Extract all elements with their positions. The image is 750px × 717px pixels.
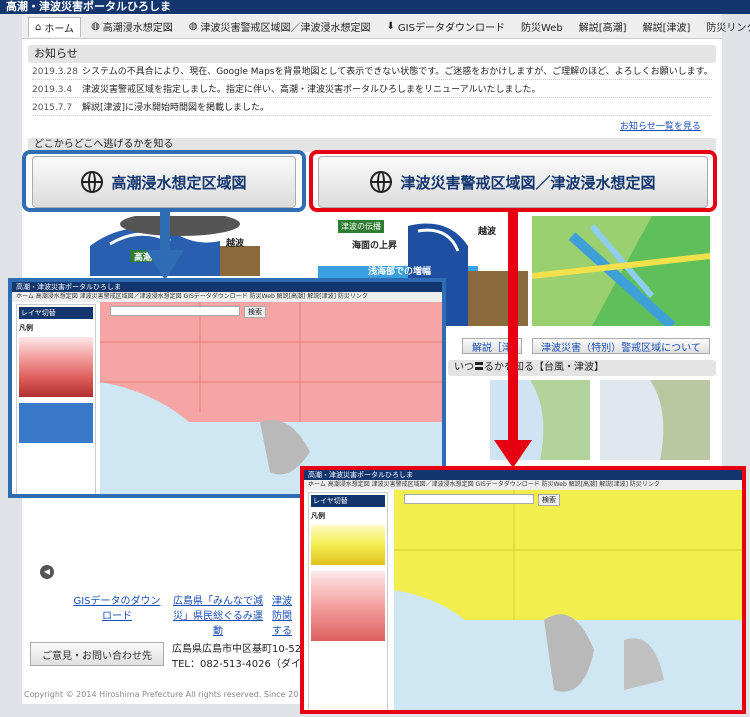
- contact-tel: TEL：082-513-4026（ダイヤルイ: [172, 659, 300, 670]
- shallow-amplify-label: 浅海部での増幅: [368, 267, 432, 277]
- tsunami-label: 津波災害警戒区域図／津波浸水想定図: [400, 173, 656, 192]
- nav-item-label: 津波災害警戒区域図／津波浸水想定図: [200, 23, 371, 34]
- sea-rise-label: 海面の上昇: [352, 241, 398, 251]
- globe-icon: ◍: [91, 21, 100, 32]
- storm-map-search-input[interactable]: [110, 306, 240, 316]
- nav-item-6[interactable]: 解説[津波]: [637, 17, 697, 36]
- storm-map-search-button[interactable]: 検索: [244, 306, 266, 318]
- tsunami-layer-panel-title: レイヤ切替: [311, 495, 385, 507]
- overtop-label: 越波: [226, 239, 245, 249]
- main-nav: ⌂ ホーム ◍ 高潮浸水想定図 ◍ 津波災害警戒区域図／津波浸水想定図 ⬇ GISデータダウン…: [22, 15, 750, 39]
- gis-download-link[interactable]: GISデータのダウンロード: [72, 592, 162, 622]
- tsunami-overtop-label: 越波: [478, 227, 497, 237]
- storm-map-nav: ホーム 高潮浸水想定図 津波災害警戒区域図／津波浸水想定図 GISデータダウンロ…: [12, 292, 442, 302]
- news-text: 津波災害警戒区域を指定しました。指定に伴い、高潮・津波災害ポータルひろしまをリニ…: [82, 85, 541, 95]
- tsunami-button[interactable]: 津波災害警戒区域図／津波浸水想定図: [318, 156, 708, 208]
- nav-item-label: GISデータダウンロード: [397, 23, 505, 34]
- storm-layer-panel-title: レイヤ切替: [19, 307, 93, 319]
- storm-surge-label: 高潮浸水想定区域図: [111, 173, 247, 192]
- storm-map-title: 高潮・津波災害ポータルひろしま: [12, 282, 442, 292]
- news-more-link[interactable]: お知らせ一覧を見る: [620, 119, 701, 132]
- tsunami-legend-title: 凡例: [311, 512, 325, 520]
- nav-item-label: 防災リンク: [706, 23, 750, 34]
- tsunami-depth-ramp: [311, 571, 385, 641]
- tsunami-map-thumbnail[interactable]: [532, 216, 710, 326]
- storm-map-sidebar: レイヤ切替 凡例: [16, 304, 96, 494]
- tsunami-map-window: 高潮・津波災害ポータルひろしま ホーム 高潮浸水想定図 津波災害警戒区域図／津波…: [300, 466, 746, 714]
- news-item: 2015.7.7 解説[津波]に浸水開始時間図を掲載しました。: [32, 100, 712, 116]
- blue-arrowhead: [146, 250, 184, 280]
- nav-item-1[interactable]: ◍ 高潮浸水想定図: [85, 17, 179, 36]
- nav-item-4[interactable]: 防災Web: [515, 17, 569, 36]
- nav-item-label: 防災Web: [520, 23, 563, 34]
- nav-item-label: ホーム: [44, 23, 75, 35]
- contact-button[interactable]: ご意見・お問い合わせ先: [30, 642, 164, 666]
- nav-item-0[interactable]: ⌂ ホーム: [28, 16, 82, 37]
- nav-item-5[interactable]: 解説[高潮]: [573, 17, 633, 36]
- nav-item-2[interactable]: ◍ 津波災害警戒区域図／津波浸水想定図: [183, 17, 377, 36]
- tsunami-map-search-input[interactable]: [404, 494, 534, 504]
- section-when-heading: いつ〓るかを知る【台風・津波】: [448, 360, 716, 376]
- news-heading: お知らせ: [28, 45, 716, 63]
- tsunami-prevention-link[interactable]: 津波防関する: [272, 592, 300, 637]
- news-text: 解説[津波]に浸水開始時間図を掲載しました。: [82, 103, 270, 113]
- nav-item-label: 高潮浸水想定図: [102, 23, 173, 34]
- tsunami-map-search-button[interactable]: 検索: [538, 494, 560, 506]
- tsunami-map-title: 高潮・津波災害ポータルひろしま: [304, 470, 742, 480]
- nav-item-label: 解説[津波]: [642, 23, 691, 34]
- storm-surge-button[interactable]: 高潮浸水想定区域図: [32, 156, 296, 208]
- home-icon: ⌂: [35, 21, 42, 33]
- news-item: 2019.3.4 津波災害警戒区域を指定しました。指定に伴い、高潮・津波災害ポータ…: [32, 82, 712, 98]
- contact-address: 広島県広島市中区基町10-52: [172, 644, 302, 655]
- news-text: システムの不具合により、現在、Google Mapsを背景地図として表示できない…: [82, 67, 712, 77]
- carousel-prev-icon[interactable]: ◀: [40, 565, 54, 579]
- globe-icon: [370, 171, 393, 193]
- download-icon: ⬇: [386, 21, 395, 32]
- site-title: 高潮・津波災害ポータルひろしま: [0, 0, 750, 14]
- nav-item-3[interactable]: ⬇ GISデータダウンロード: [381, 17, 511, 36]
- news-date: 2019.3.4: [32, 85, 73, 95]
- tsunami-propagation-label: 津波の伝播: [338, 220, 384, 233]
- tsunami-forecast-thumbnail[interactable]: [600, 380, 710, 460]
- red-arrow: [508, 212, 518, 442]
- copyright: Copyright © 2014 Hiroshima Prefecture Al…: [24, 690, 299, 699]
- red-arrowhead: [494, 440, 532, 468]
- storm-legend-title: 凡例: [19, 324, 33, 332]
- nav-item-label: 解説[高潮]: [578, 23, 627, 34]
- globe-icon: ◍: [188, 21, 198, 32]
- news-date: 2015.7.7: [32, 103, 73, 113]
- storm-map-window: 高潮・津波災害ポータルひろしま ホーム 高潮浸水想定図 津波災害警戒区域図／津波…: [8, 278, 446, 498]
- tsunami-map-sidebar: レイヤ切替 凡例: [308, 492, 388, 710]
- storm-legend-illustration: [19, 403, 93, 443]
- globe-icon: [81, 171, 104, 193]
- tsunami-map-canvas[interactable]: 検索: [394, 490, 742, 710]
- campaign-link[interactable]: 広島県「みんなで減災」県民総ぐるみ運動: [170, 592, 266, 637]
- news-item: 2019.3.28 システムの不具合により、現在、Google Mapsを背景地図…: [32, 64, 712, 80]
- tsunami-map-nav: ホーム 高潮浸水想定図 津波災害警戒区域図／津波浸水想定図 GISデータダウンロ…: [304, 480, 742, 490]
- blue-arrow: [160, 212, 170, 252]
- news-date: 2019.3.28: [32, 67, 78, 77]
- tsunami-legend-ramp: [311, 525, 385, 565]
- nav-item-7[interactable]: 防災リンク: [700, 17, 750, 36]
- storm-legend-ramp: [19, 337, 93, 397]
- tsunami-zone-button[interactable]: 津波災害（特別）警戒区域について: [532, 338, 710, 354]
